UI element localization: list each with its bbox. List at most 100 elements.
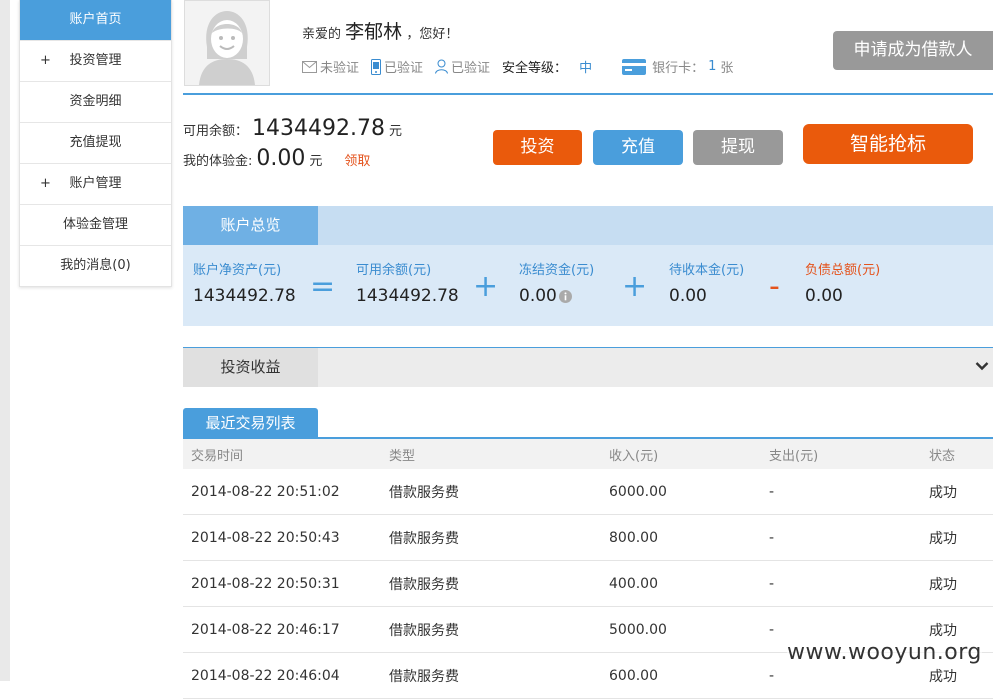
total-debt-value: 0.00 xyxy=(805,286,843,306)
cell-status: 成功 xyxy=(929,530,957,547)
info-icon[interactable] xyxy=(558,289,572,303)
chevron-down-icon[interactable] xyxy=(975,360,989,372)
column-header-type: 类型 xyxy=(389,448,416,464)
cell-time: 2014-08-22 20:46:04 xyxy=(191,667,340,684)
sidebar-item-fund-details[interactable]: 资金明细 xyxy=(20,82,171,123)
cell-time: 2014-08-22 20:50:43 xyxy=(191,529,340,546)
cell-expense: - xyxy=(769,621,775,638)
sidebar-item-label: 账户管理 xyxy=(69,176,122,191)
watermark-text: www.wooyun.org xyxy=(787,640,982,665)
tab-recent-transactions[interactable]: 最近交易列表 xyxy=(183,408,318,438)
envelope-icon xyxy=(302,60,317,73)
available-funds: 可用余额(元) 1434492.78 xyxy=(356,259,459,306)
identity-verification[interactable]: 已验证 xyxy=(435,57,490,76)
claim-link[interactable]: 领取 xyxy=(344,154,370,169)
cell-income: 5000.00 xyxy=(609,621,667,638)
user-greeting: 亲爱的 李郁林 ，您好！ xyxy=(302,17,458,44)
table-row: 2014-08-22 20:50:43 借款服务费 800.00 - 成功 xyxy=(183,515,993,561)
email-status: 未验证 xyxy=(320,61,360,76)
sidebar-item-recharge-withdraw[interactable]: 充值提现 xyxy=(20,123,171,164)
net-assets: 账户净资产(元) 1434492.78 xyxy=(193,259,296,306)
column-header-status: 状态 xyxy=(929,448,956,464)
available-balance-value: 1434492.78 xyxy=(252,116,385,141)
greeting-suffix: ，您好！ xyxy=(406,27,459,42)
cell-status: 成功 xyxy=(929,668,957,685)
sidebar-item-experience-fund[interactable]: 体验金管理 xyxy=(20,205,171,246)
column-header-income: 收入(元) xyxy=(609,448,659,464)
frozen-funds-value: 0.00 xyxy=(519,286,557,306)
invest-button[interactable]: 投资 xyxy=(493,130,582,165)
cell-expense: - xyxy=(769,667,775,684)
cell-expense: - xyxy=(769,529,775,546)
recharge-button[interactable]: 充值 xyxy=(593,130,683,165)
available-balance-unit: 元 xyxy=(388,124,402,139)
total-debt: 负债总额(元) 0.00 xyxy=(805,259,880,306)
frozen-funds-value-row: 0.00 xyxy=(519,286,594,306)
cell-status: 成功 xyxy=(929,576,957,593)
cell-income: 800.00 xyxy=(609,529,658,546)
sidebar-item-messages[interactable]: 我的消息(0) xyxy=(20,246,171,286)
verification-status-row: 未验证 已验证 已验证 安全等级： 中 银行卡： 1 张 xyxy=(302,57,733,76)
equals-sign: = xyxy=(310,269,336,304)
sidebar-item-label: 资金明细 xyxy=(69,94,122,109)
sidebar-item-label: 体验金管理 xyxy=(62,217,128,232)
user-name: 李郁林 xyxy=(345,21,403,43)
bank-card-unit: 张 xyxy=(720,61,734,76)
table-row: 2014-08-22 20:51:02 借款服务费 6000.00 - 成功 xyxy=(183,469,993,515)
net-assets-label: 账户净资产(元) xyxy=(193,263,282,278)
sidebar-item-label: 我的消息(0) xyxy=(60,258,131,273)
phone-verification[interactable]: 已验证 xyxy=(371,57,423,76)
security-level-label: 安全等级： xyxy=(502,61,568,76)
smart-bid-button[interactable]: 智能抢标 xyxy=(803,124,973,164)
cell-type: 借款服务费 xyxy=(389,622,459,639)
available-balance: 可用余额： 1434492.78 元 xyxy=(183,116,402,141)
identity-status: 已验证 xyxy=(451,61,491,76)
tab-investment-income[interactable]: 投资收益 xyxy=(183,348,318,387)
sidebar-item-account-management[interactable]: + 账户管理 xyxy=(20,164,171,205)
cell-expense: - xyxy=(769,575,775,592)
header-divider xyxy=(183,93,993,95)
apply-borrower-button[interactable]: 申请成为借款人 xyxy=(833,31,993,70)
cell-type: 借款服务费 xyxy=(389,576,459,593)
sidebar-item-account-home[interactable]: 账户首页 xyxy=(20,0,171,41)
bank-card-info[interactable]: 银行卡： 1 张 xyxy=(622,57,733,76)
cell-income: 600.00 xyxy=(609,667,658,684)
bank-card-label: 银行卡： xyxy=(652,61,705,76)
pending-principal-value: 0.00 xyxy=(669,286,707,306)
tab-account-overview[interactable]: 账户总览 xyxy=(183,206,318,245)
cell-time: 2014-08-22 20:51:02 xyxy=(191,483,340,500)
available-balance-label: 可用余额： xyxy=(183,124,249,139)
account-overview-panel: 账户总览 账户净资产(元) 1434492.78 = 可用余额(元) 14344… xyxy=(183,206,993,326)
cell-income: 6000.00 xyxy=(609,483,667,500)
plus-sign: + xyxy=(473,269,499,304)
table-header: 交易时间 类型 收入(元) 支出(元) 状态 xyxy=(183,439,993,469)
bank-card-count: 1 xyxy=(708,59,717,74)
frozen-funds-label: 冻结资金(元) xyxy=(519,263,595,278)
expand-plus-icon: + xyxy=(40,53,51,68)
frozen-funds: 冻结资金(元) 0.00 xyxy=(519,259,594,306)
email-verification[interactable]: 未验证 xyxy=(302,57,359,76)
cell-status: 成功 xyxy=(929,622,957,639)
sidebar-item-investment-management[interactable]: + 投资管理 xyxy=(20,41,171,82)
mobile-phone-icon xyxy=(371,58,382,75)
cell-type: 借款服务费 xyxy=(389,668,459,685)
cell-time: 2014-08-22 20:46:17 xyxy=(191,621,340,638)
greeting-prefix: 亲爱的 xyxy=(302,27,342,42)
column-header-time: 交易时间 xyxy=(191,448,244,464)
sidebar-item-label: 账户首页 xyxy=(69,12,122,27)
investment-income-panel[interactable]: 投资收益 xyxy=(183,347,993,387)
plus-sign: + xyxy=(622,269,648,304)
sidebar-nav: 账户首页 + 投资管理 资金明细 充值提现 + 账户管理 体验金管理 我的消息(… xyxy=(19,0,172,287)
experience-fund-label: 我的体验金: xyxy=(183,154,253,169)
pending-principal: 待收本金(元) 0.00 xyxy=(669,259,744,306)
net-assets-value: 1434492.78 xyxy=(193,286,296,306)
pending-principal-label: 待收本金(元) xyxy=(669,263,745,278)
total-debt-label: 负债总额(元) xyxy=(805,263,881,278)
experience-fund-unit: 元 xyxy=(309,154,323,169)
avatar[interactable] xyxy=(184,0,270,86)
column-header-expense: 支出(元) xyxy=(769,448,819,464)
bank-card-icon xyxy=(622,58,647,75)
expand-plus-icon: + xyxy=(40,176,51,191)
cell-income: 400.00 xyxy=(609,575,658,592)
withdraw-button[interactable]: 提现 xyxy=(693,130,783,165)
